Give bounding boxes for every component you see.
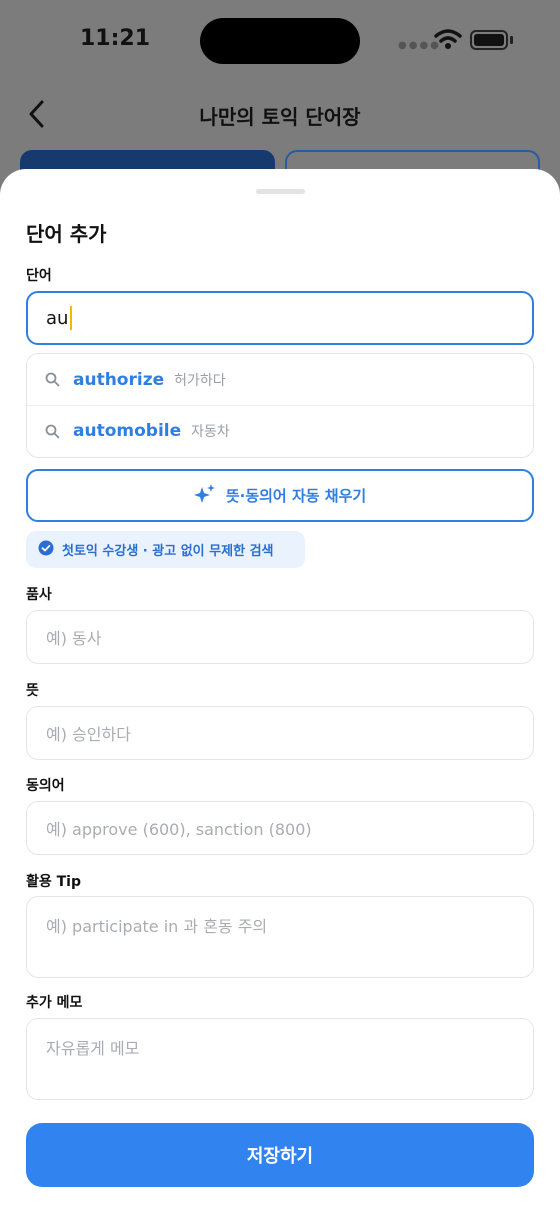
suggestion-item[interactable]: authorize 허가하다 [27, 354, 533, 405]
badge-text: 첫토익 수강생 · 광고 없이 무제한 검색 [62, 544, 274, 559]
memo-label: 추가 메모 [26, 995, 83, 1011]
status-badge: 첫토익 수강생 · 광고 없이 무제한 검색 [26, 531, 305, 568]
suggestion-meaning: 허가하다 [174, 372, 226, 389]
synonym-label: 동의어 [26, 778, 65, 794]
status-bar: 11:21 ●●●● [0, 0, 560, 84]
autofill-button[interactable]: 뜻·동의어 자동 채우기 [26, 469, 534, 522]
verified-check-icon [38, 540, 54, 560]
wifi-icon [434, 28, 462, 54]
usage-tip-placeholder: 예) participate in 과 혼동 주의 [46, 917, 268, 936]
dynamic-island [200, 18, 360, 64]
usage-tip-field[interactable]: 예) participate in 과 혼동 주의 [26, 896, 534, 978]
suggestion-word: authorize [73, 369, 165, 390]
suggestion-word: automobile [73, 421, 182, 441]
word-label: 단어 [26, 268, 52, 284]
memo-placeholder: 자유롭게 메모 [46, 1039, 140, 1058]
battery-tip [510, 36, 513, 44]
add-word-sheet: 단어 추가 단어 au authorize 허가하다 automobile 자동… [0, 169, 560, 1217]
suggestion-item[interactable]: automobile 자동차 [27, 405, 533, 456]
meaning-field[interactable]: 예) 승인하다 [26, 706, 534, 760]
sparkles-icon [193, 483, 216, 508]
sheet-drag-handle[interactable] [256, 189, 305, 194]
part-of-speech-placeholder: 예) 동사 [46, 629, 102, 648]
part-of-speech-label: 품사 [26, 587, 52, 603]
word-input[interactable]: au [26, 291, 534, 345]
meaning-placeholder: 예) 승인하다 [46, 725, 131, 744]
battery-icon [470, 30, 508, 50]
search-icon [45, 423, 61, 439]
usage-tip-label: 활용 Tip [26, 874, 82, 890]
part-of-speech-field[interactable]: 예) 동사 [26, 610, 534, 664]
search-icon [45, 372, 61, 388]
synonym-field[interactable]: 예) approve (600), sanction (800) [26, 801, 534, 855]
meaning-label: 뜻 [26, 683, 39, 699]
status-time: 11:21 [80, 26, 151, 51]
save-button[interactable]: 저장하기 [26, 1123, 534, 1187]
suggestion-meaning: 자동차 [191, 424, 230, 440]
autofill-label: 뜻·동의어 자동 채우기 [225, 487, 367, 505]
memo-field[interactable]: 자유롭게 메모 [26, 1018, 534, 1100]
page-title: 나만의 토익 단어장 [199, 105, 361, 129]
sheet-title: 단어 추가 [26, 222, 107, 246]
suggestion-list: authorize 허가하다 automobile 자동차 [26, 353, 534, 458]
text-caret [70, 306, 73, 330]
word-input-value: au [46, 307, 69, 329]
synonym-placeholder: 예) approve (600), sanction (800) [46, 820, 312, 839]
